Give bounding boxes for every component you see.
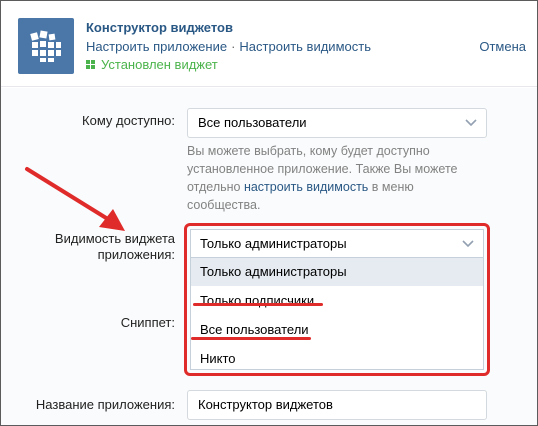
app-name-value: Конструктор виджетов: [198, 397, 333, 412]
annotation-underline-subscribers: [193, 303, 323, 306]
chevron-down-icon: [462, 240, 474, 248]
cancel-link[interactable]: Отмена: [479, 39, 526, 54]
snippet-label: Сниппет:: [120, 315, 175, 330]
app-header: Конструктор виджетов Настроить приложени…: [1, 1, 537, 87]
option-subscribers-only[interactable]: Только подписчики: [191, 286, 483, 315]
app-name-input[interactable]: Конструктор виджетов: [187, 390, 487, 420]
option-admins-only[interactable]: Только администраторы: [191, 258, 483, 286]
access-hint: Вы можете выбрать, кому будет доступно у…: [187, 144, 458, 212]
annotation-highlight-frame: Только администраторы Только администрат…: [184, 223, 490, 376]
hint-visibility-link[interactable]: настроить видимость: [244, 180, 368, 194]
access-select[interactable]: Все пользователи: [187, 108, 487, 138]
app-title: Конструктор виджетов: [86, 20, 233, 35]
configure-app-link[interactable]: Настроить приложение: [86, 39, 227, 54]
header-links: Настроить приложение · Настроить видимость: [86, 39, 371, 54]
visibility-label: Видимость виджета приложения:: [54, 231, 175, 262]
link-separator: ·: [231, 39, 236, 54]
window-frame: Конструктор виджетов Настроить приложени…: [0, 0, 538, 426]
status-text: Установлен виджет: [101, 57, 218, 72]
annotation-arrow-icon: [25, 167, 125, 231]
install-status: Установлен виджет: [86, 57, 218, 72]
visibility-select-value: Только администраторы: [200, 236, 347, 251]
widget-grid-icon: [18, 18, 74, 74]
visibility-select[interactable]: Только администраторы: [190, 229, 484, 257]
app-name-label: Название приложения:: [35, 397, 175, 412]
access-select-value: Все пользователи: [198, 115, 307, 130]
chevron-down-icon: [465, 119, 477, 127]
annotation-underline-all-users: [191, 337, 311, 340]
visibility-options-list: Только администраторы Только подписчики …: [190, 257, 484, 370]
configure-visibility-link[interactable]: Настроить видимость: [239, 39, 371, 54]
grid-dots-icon: [86, 60, 95, 69]
access-label: Кому доступно:: [82, 113, 175, 128]
option-nobody[interactable]: Никто: [191, 344, 483, 373]
